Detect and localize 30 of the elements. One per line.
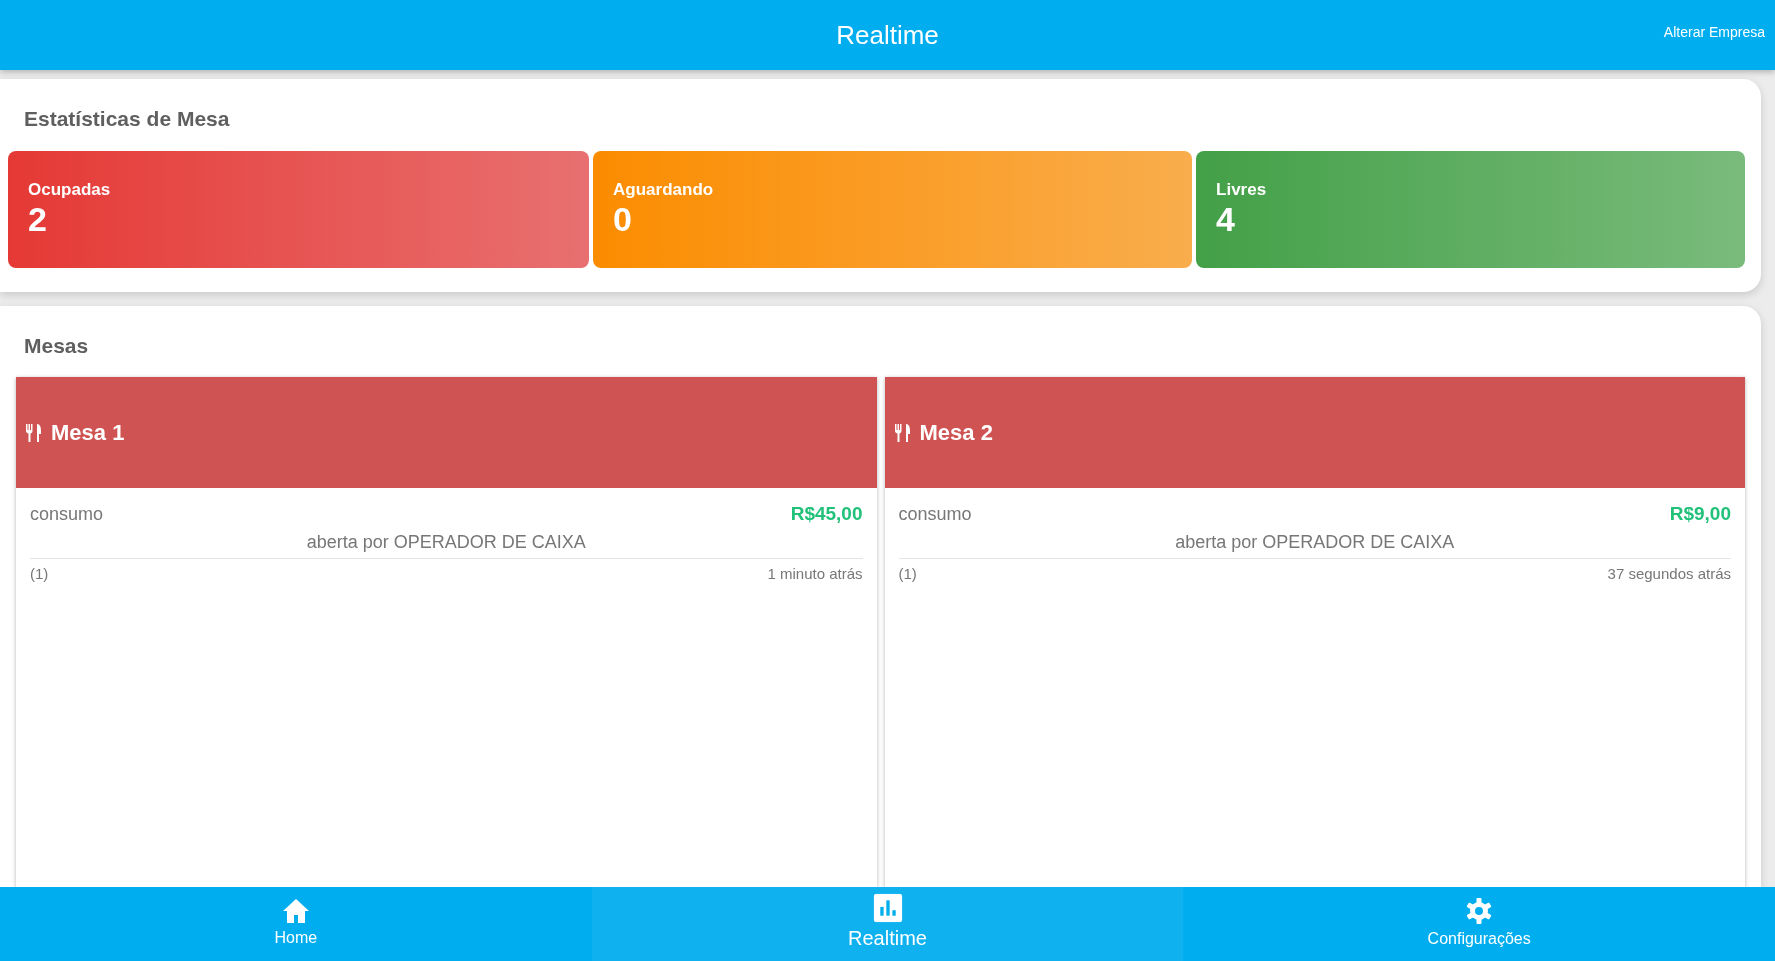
section-title: Mesas [23,332,90,359]
nav-tab[interactable]: Configurações [1183,887,1775,961]
fork-knife-icon [893,423,912,442]
elapsed-time: 37 segundos atrás [1607,563,1731,584]
settings-icon [1465,897,1494,925]
nav-tab[interactable]: Realtime [591,887,1184,961]
consumption-amount: R$45,00 [790,502,863,526]
consumption-amount: R$9,00 [1669,502,1731,526]
page-title: Realtime [836,18,939,52]
consumption-label: consumo [898,502,972,526]
home-icon [281,898,310,924]
bar-chart-icon [873,893,902,923]
stat-value: 0 [613,202,633,236]
fork-knife-icon [25,423,43,442]
nav-tab[interactable]: Home [0,887,592,961]
change-company-link[interactable]: Alterar Empresa [1663,22,1765,43]
order-count: (1) [898,563,917,584]
stat-label: Livres [1216,178,1268,201]
opened-by-text: aberta por OPERADOR DE CAIXA [30,528,863,559]
table-name: Mesa 1 [51,419,125,447]
stat-label: Aguardando [613,178,715,201]
elapsed-time: 1 minuto atrás [767,563,863,584]
stat-label: Ocupadas [28,178,112,201]
stat-value: 2 [28,202,48,236]
stat-value: 4 [1216,202,1236,236]
order-count: (1) [30,563,49,584]
section-title: Estatísticas de Mesa [23,106,231,132]
table-name: Mesa 2 [919,419,993,447]
consumption-label: consumo [30,502,104,526]
opened-by-text: aberta por OPERADOR DE CAIXA [898,528,1731,559]
